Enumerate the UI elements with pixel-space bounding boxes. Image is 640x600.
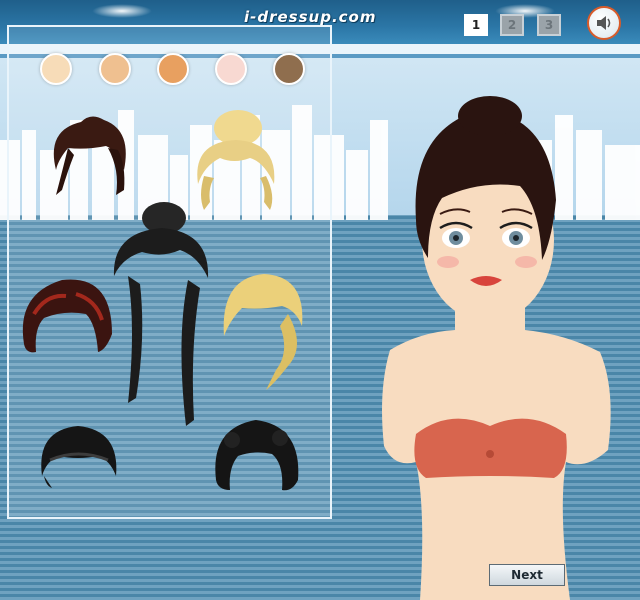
hairstyle-dark-brown-updo[interactable] [46, 110, 132, 200]
page-button-3[interactable]: 3 [537, 14, 561, 36]
skin-tone-swatch-2[interactable] [99, 53, 131, 85]
skin-tone-swatch-4[interactable] [215, 53, 247, 85]
skin-tone-swatch-1[interactable] [40, 53, 72, 85]
page-button-2[interactable]: 2 [500, 14, 524, 36]
speaker-icon [597, 16, 611, 30]
model-hair-bun [458, 96, 522, 136]
dress-up-model [382, 96, 611, 600]
hairstyle-red-black-short-curly[interactable] [16, 264, 116, 356]
next-button[interactable]: Next [489, 564, 565, 586]
site-logo[interactable]: i-dressup.com [244, 8, 376, 26]
hairstyle-black-long-bun-ponytails[interactable] [106, 198, 216, 430]
spotlight-left [92, 4, 152, 18]
skin-tone-swatch-3[interactable] [157, 53, 189, 85]
page-button-1[interactable]: 1 [464, 14, 488, 36]
hairstyle-black-short-headband[interactable] [36, 420, 120, 490]
hairstyle-blonde-messy-bun[interactable] [190, 106, 282, 212]
sound-toggle-button[interactable] [587, 6, 621, 40]
model-top-knot [486, 450, 494, 458]
skin-tone-swatch-5[interactable] [273, 53, 305, 85]
hairstyle-blonde-side-ponytail[interactable] [218, 266, 308, 392]
model-strapless-top [414, 418, 567, 478]
hairstyle-black-curly-bob[interactable] [210, 410, 302, 494]
game-stage: i-dressup.com 1 2 3 Next [0, 0, 640, 600]
